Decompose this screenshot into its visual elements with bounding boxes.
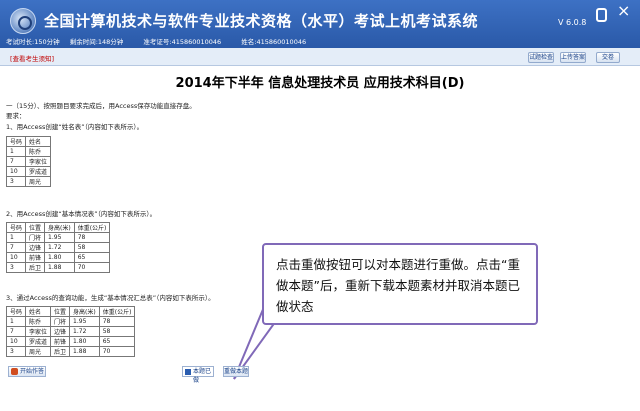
app-title: 全国计算机技术与软件专业技术资格（水平）考试上机考试系统 xyxy=(44,12,479,30)
table-row: 3 后卫 1.88 70 xyxy=(5,262,111,273)
table-row: 1 门将 1.95 78 xyxy=(5,232,111,243)
table-row: 7 李家位 边锋 1.72 58 xyxy=(5,326,136,337)
candidate-notice-link[interactable]: [查看考生须知] xyxy=(10,53,54,63)
requirements-heading: 要求： xyxy=(6,112,26,120)
redo-question-button[interactable]: 重做本题 xyxy=(223,366,249,377)
exam-logo-icon xyxy=(10,8,36,34)
table-row: 10 罗成道 xyxy=(5,166,52,177)
basic-info-table: 号码 位置 身高(米) 体重(公斤) 1 门将 1.95 78 7 边锋 1.72 58 10 前锋… xyxy=(5,222,111,273)
table-header: 姓名 xyxy=(25,136,52,147)
checkbox-icon xyxy=(185,369,191,375)
table-row: 3 周光 xyxy=(5,176,52,187)
ticket-number: 准考证号:415860010046 xyxy=(143,38,222,46)
close-icon[interactable]: × xyxy=(617,3,630,19)
question-content: 2014年下半年 信息处理技术员 应用技术科目(D) 一（15分）、按照题目要求… xyxy=(0,66,640,411)
requirement-3: 3、通过Access的查询功能，生成“基本情况汇总表”（内容如下表所示）。 xyxy=(6,294,215,302)
start-answer-button[interactable]: 开始作答 xyxy=(8,366,46,377)
window-icon[interactable] xyxy=(596,8,607,22)
exam-info-bar: 考试时长:150分钟 剩余时间:148分钟 准考证号:415860010046 … xyxy=(6,36,314,46)
candidate-name: 姓名:415860010046 xyxy=(241,38,307,46)
tooltip-callout: 点击重做按钮可以对本题进行重做。点击“重做本题”后，重新下载本题素材并取消本题已… xyxy=(262,243,538,325)
question-done-checkbox[interactable]: 本题已做 xyxy=(182,366,214,384)
submit-exam-button[interactable]: 交卷 xyxy=(596,52,620,63)
exam-duration: 考试时长:150分钟 xyxy=(6,38,60,46)
toolbar: [查看考生须知] 试题检查 上传答案 交卷 xyxy=(0,48,640,66)
title-bar: 全国计算机技术与软件专业技术资格（水平）考试上机考试系统 V 6.0.8 × 考… xyxy=(0,0,640,48)
pen-icon xyxy=(11,368,18,375)
requirement-2: 2、用Access创建“基本情况表”（内容如下表所示）。 xyxy=(6,210,157,218)
table-row: 10 前锋 1.80 65 xyxy=(5,252,111,263)
remaining-time: 剩余时间:148分钟 xyxy=(69,38,124,46)
table-row: 1 陈乔 门将 1.95 78 xyxy=(5,316,136,327)
name-table: 号码 姓名 1 陈乔 7 李家位 10 罗成道 3 周光 xyxy=(5,136,52,187)
table-row: 7 李家位 xyxy=(5,156,52,167)
table-header: 号码 xyxy=(5,136,27,147)
requirement-1: 1、用Access创建“姓名表”（内容如下表所示）。 xyxy=(6,123,144,131)
version-label: V 6.0.8 xyxy=(558,18,587,27)
table-row: 10 罗成道 前锋 1.80 65 xyxy=(5,336,136,347)
table-row: 1 陈乔 xyxy=(5,146,52,157)
intro-text: 一（15分）、按照题目要求完成后，用Access保存功能直接存盘。 xyxy=(6,102,196,110)
summary-table: 号码 姓名 位置 身高(米) 体重(公斤) 1 陈乔 门将 1.95 78 7 李家位 边锋 1.72… xyxy=(5,306,136,357)
table-row: 3 周光 后卫 1.88 70 xyxy=(5,346,136,357)
table-row: 7 边锋 1.72 58 xyxy=(5,242,111,253)
exam-title: 2014年下半年 信息处理技术员 应用技术科目(D) xyxy=(175,76,465,91)
start-answer-label: 开始作答 xyxy=(20,368,45,375)
upload-answers-button[interactable]: 上传答案 xyxy=(560,52,586,63)
check-answers-button[interactable]: 试题检查 xyxy=(528,52,554,63)
